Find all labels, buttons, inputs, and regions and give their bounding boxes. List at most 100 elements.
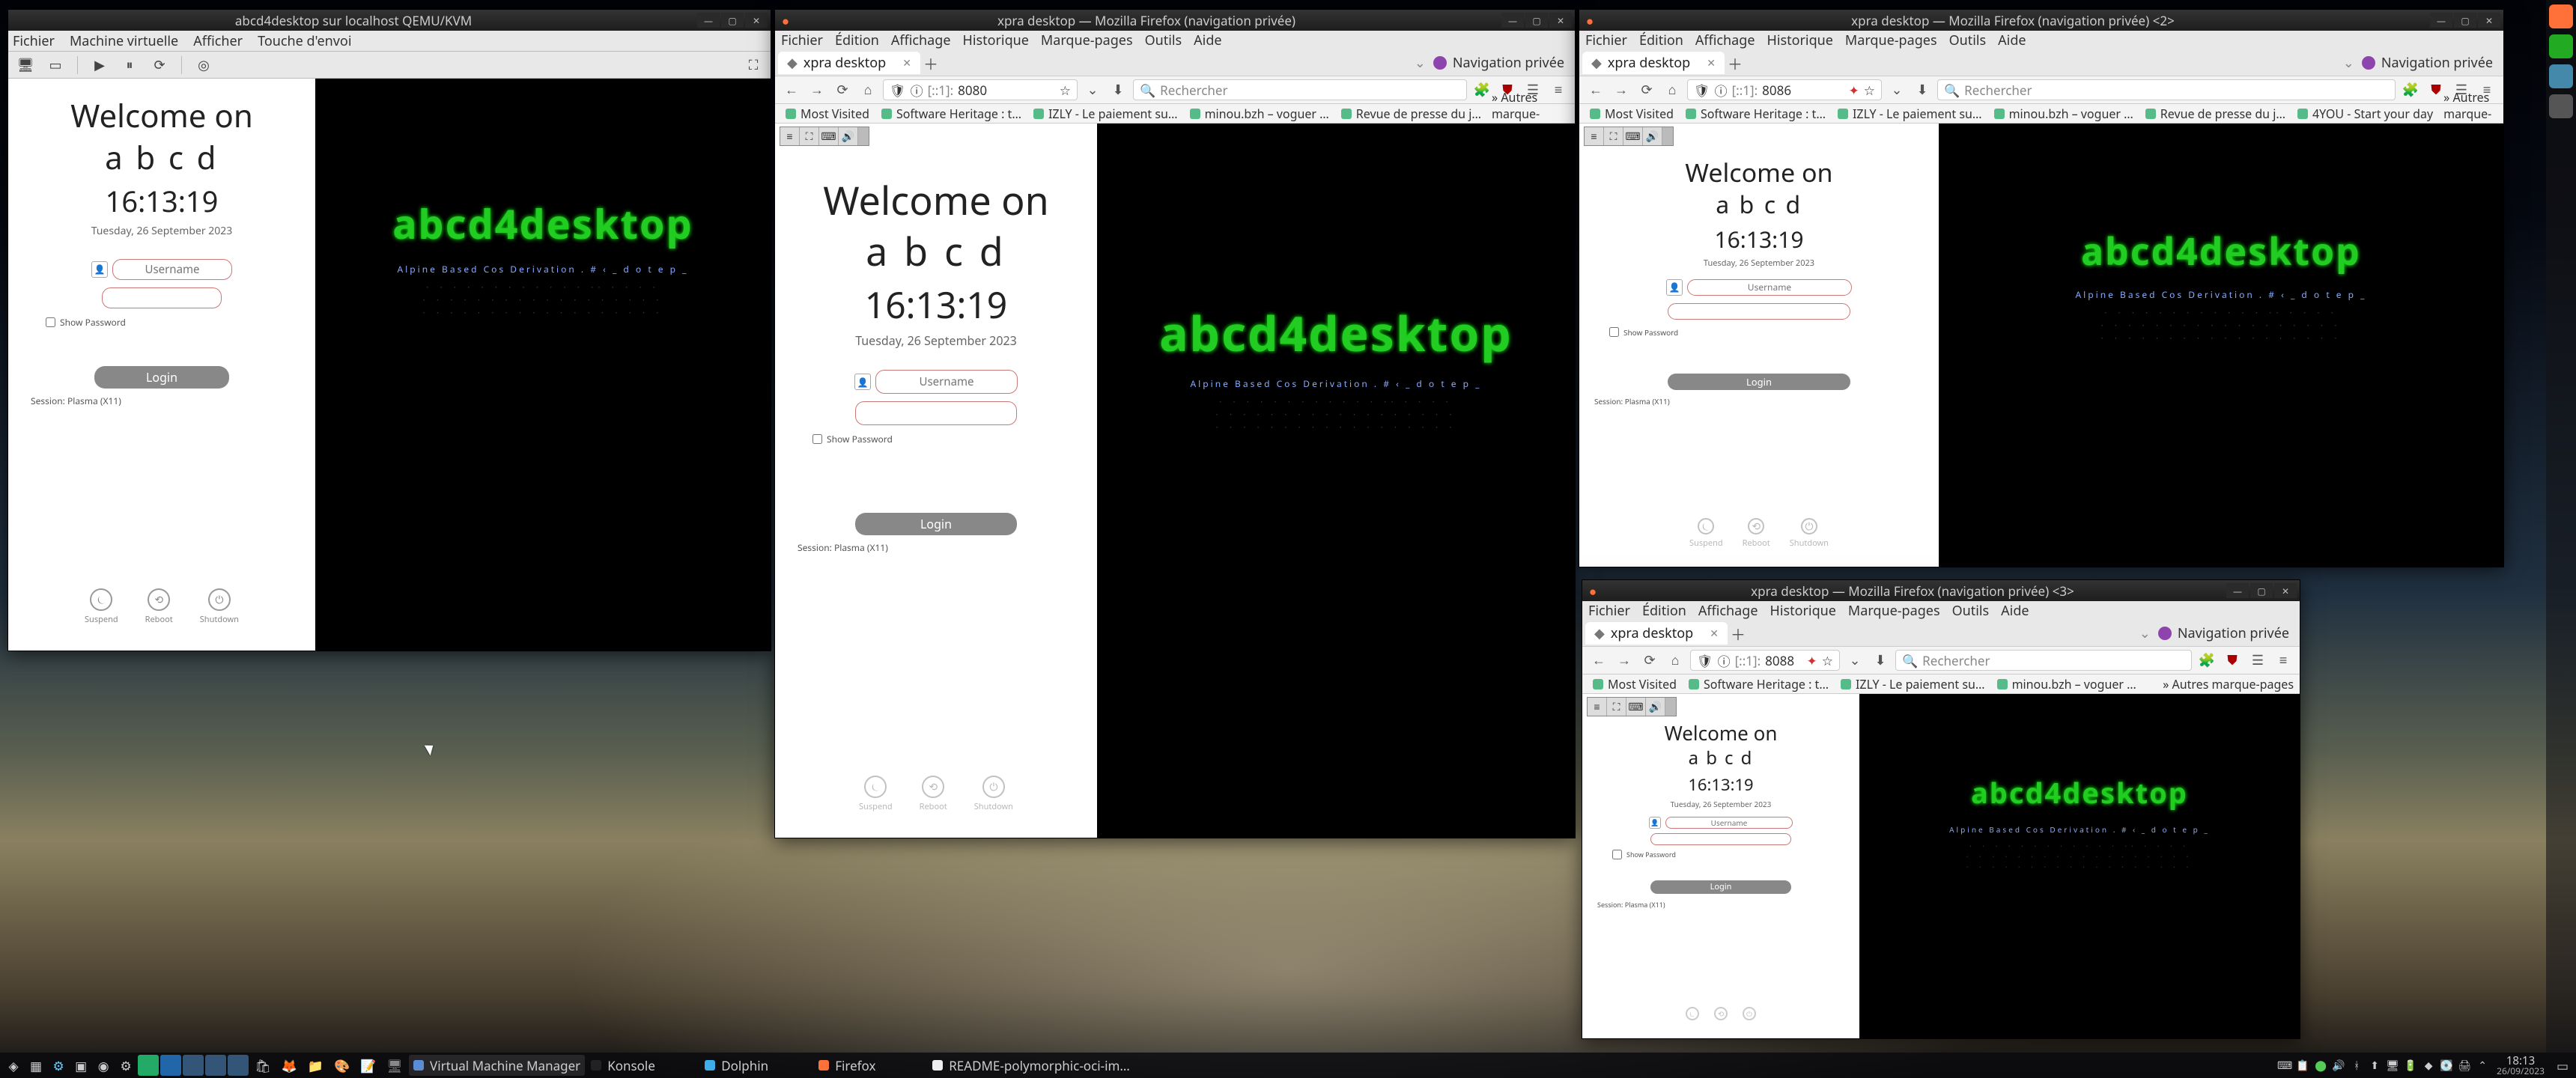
- tray-clipboard-icon[interactable]: 📋: [2296, 1059, 2309, 1072]
- edge-launcher[interactable]: [2546, 0, 2576, 1053]
- tray-chevron-icon[interactable]: ⌃: [2476, 1059, 2489, 1072]
- task-firefox[interactable]: Firefox: [814, 1055, 926, 1076]
- suspend-button[interactable]: ⏾Suspend: [859, 776, 893, 812]
- pin-krita-icon[interactable]: 🎨: [329, 1055, 354, 1076]
- pager-desktop[interactable]: [138, 1055, 159, 1076]
- xpra-menu-icon[interactable]: ≡: [780, 127, 800, 145]
- shutdown-button[interactable]: ⏻Shutdown: [974, 776, 1013, 812]
- ext-icon[interactable]: 🧩: [1471, 79, 1492, 100]
- close-button[interactable]: ✕: [745, 13, 768, 28]
- pager-desktop[interactable]: [228, 1055, 249, 1076]
- close-button[interactable]: ✕: [1549, 13, 1572, 28]
- powercycle-icon[interactable]: ⟳: [147, 54, 172, 76]
- tray-volume-icon[interactable]: 🔊: [2332, 1059, 2345, 1072]
- url-bar[interactable]: 🛡 ⓘ [::1]:8080 ☆: [883, 79, 1078, 100]
- edge-app-icon[interactable]: [2549, 94, 2573, 118]
- login-button[interactable]: Login: [94, 366, 229, 389]
- task-readme[interactable]: README-polymorphic-oci-im…: [928, 1055, 1134, 1076]
- qemu-titlebar[interactable]: abcd4desktop sur localhost QEMU/KVM — ▢ …: [8, 10, 771, 31]
- maximize-button[interactable]: ▢: [721, 13, 744, 28]
- download-icon[interactable]: ⬇: [1108, 79, 1128, 100]
- pin-kate-icon[interactable]: 📝: [356, 1055, 380, 1076]
- tray-kde-icon[interactable]: ◆: [2422, 1059, 2435, 1072]
- edge-app-icon[interactable]: [2549, 64, 2573, 88]
- reload-icon[interactable]: ⟳: [1636, 79, 1657, 100]
- task-dolphin[interactable]: Dolphin: [700, 1055, 812, 1076]
- firefox-window-1[interactable]: ● xpra desktop — Mozilla Firefox (naviga…: [774, 9, 1576, 838]
- play-icon[interactable]: ▶: [87, 54, 112, 76]
- xpra-sound-icon[interactable]: 🔊: [839, 127, 858, 145]
- forward-icon[interactable]: →: [806, 79, 827, 100]
- pager-desktop[interactable]: [205, 1055, 226, 1076]
- tray-network-icon[interactable]: ⬤: [2314, 1059, 2327, 1072]
- username-input[interactable]: [875, 370, 1018, 394]
- tray-battery-icon[interactable]: 🔋: [2404, 1059, 2417, 1072]
- kickoff-apps-icon[interactable]: ▦: [25, 1055, 46, 1076]
- home-icon[interactable]: ⌂: [1662, 79, 1683, 100]
- plasma-taskbar[interactable]: ◈ ▦ ⚙ ▣ ◉ ⚙ 🛍 🦊 📁 🎨 📝 🖥 Virtual Machine …: [0, 1053, 2576, 1078]
- pause-icon[interactable]: ⏸: [117, 54, 142, 76]
- ff1-titlebar[interactable]: ● xpra desktop — Mozilla Firefox (naviga…: [775, 10, 1575, 31]
- qemu-viewer-window[interactable]: abcd4desktop sur localhost QEMU/KVM — ▢ …: [7, 9, 771, 651]
- ff1-navbar[interactable]: ← → ⟳ ⌂ 🛡 ⓘ [::1]:8080 ☆ ⌄ ⬇ 🔍Rechercher…: [775, 76, 1575, 104]
- edge-firefox-icon[interactable]: [2549, 4, 2573, 28]
- pager-desktop[interactable]: [160, 1055, 181, 1076]
- qemu-guest-display[interactable]: Welcome on a b c d 16:13:19 Tuesday, 26 …: [8, 79, 771, 651]
- shutdown-button[interactable]: ⏻Shutdown: [200, 588, 239, 625]
- reboot-button[interactable]: ⟲Reboot: [145, 588, 173, 625]
- pin-dolphin-icon[interactable]: 📁: [303, 1055, 328, 1076]
- show-password-checkbox[interactable]: Show Password: [812, 433, 893, 445]
- back-icon[interactable]: ←: [1585, 79, 1606, 100]
- bookmark-star-icon[interactable]: ☆: [1060, 82, 1071, 99]
- settings-pin-icon[interactable]: ⚙: [115, 1055, 136, 1076]
- password-input[interactable]: [855, 401, 1017, 425]
- reload-icon[interactable]: ⟳: [832, 79, 853, 100]
- tray-keyboard-icon[interactable]: ⌨: [2278, 1059, 2291, 1072]
- ff1-menubar[interactable]: Fichier Édition Affichage Historique Mar…: [775, 31, 1575, 50]
- new-tab-button[interactable]: ＋: [920, 52, 941, 74]
- show-password-box[interactable]: [46, 317, 55, 327]
- firefox-window-2[interactable]: ● xpra desktop — Mozilla Firefox (naviga…: [1579, 9, 2504, 567]
- minimize-button[interactable]: —: [1501, 13, 1524, 28]
- tray-bluetooth-icon[interactable]: ᚼ: [2350, 1059, 2363, 1072]
- system-tray[interactable]: ⌨ 📋 ⬤ 🔊 ᚼ ⬆ 🖥 🔋 ◆ 💽 🖨 ⌃: [2278, 1059, 2489, 1072]
- username-input[interactable]: [112, 259, 232, 280]
- show-password-checkbox[interactable]: Show Password: [46, 316, 126, 329]
- steam-pin-icon[interactable]: ◉: [93, 1055, 114, 1076]
- pin-vm-icon[interactable]: 🖥: [382, 1055, 407, 1076]
- edge-app-icon[interactable]: [2549, 34, 2573, 58]
- search-bar[interactable]: 🔍Rechercher: [1133, 79, 1467, 100]
- home-icon[interactable]: ⌂: [857, 79, 878, 100]
- tray-updates-icon[interactable]: ⬆: [2368, 1059, 2381, 1072]
- tray-disk-icon[interactable]: 💽: [2440, 1059, 2453, 1072]
- fullscreen-icon[interactable]: ⛶: [741, 54, 766, 76]
- ff1-tabstrip[interactable]: ◆ xpra desktop ✕ ＋ ⌄ Navigation privée: [775, 50, 1575, 76]
- kickoff-icon[interactable]: ◈: [3, 1055, 24, 1076]
- menu-item[interactable]: Machine virtuelle: [70, 32, 178, 50]
- screenshot-icon[interactable]: ◎: [191, 54, 216, 76]
- xpra-drag-handle[interactable]: [858, 127, 869, 145]
- xpra-toolbar[interactable]: ≡ ⛶ ⌨ 🔊: [780, 127, 869, 146]
- suspend-button[interactable]: ⏾Suspend: [85, 588, 118, 625]
- qemu-menubar[interactable]: Fichier Machine virtuelle Afficher Touch…: [8, 31, 771, 52]
- password-input[interactable]: [102, 287, 222, 308]
- menu-item[interactable]: Afficher: [193, 32, 243, 50]
- firefox-window-3[interactable]: ● xpra desktop — Mozilla Firefox (naviga…: [1582, 579, 2300, 1039]
- console-icon[interactable]: ▭: [43, 54, 68, 76]
- monitor-icon[interactable]: 🖥: [13, 54, 38, 76]
- tray-print-icon[interactable]: 🖨: [2458, 1059, 2471, 1072]
- pager-desktop[interactable]: [183, 1055, 204, 1076]
- menu-item[interactable]: Touche d'envoi: [258, 32, 351, 50]
- maximize-button[interactable]: ▢: [1525, 13, 1548, 28]
- back-icon[interactable]: ←: [781, 79, 802, 100]
- xpra-keyboard-icon[interactable]: ⌨: [819, 127, 839, 145]
- minimize-button[interactable]: —: [697, 13, 720, 28]
- taskbar-clock[interactable]: 18:13 26/09/2023: [2491, 1056, 2551, 1076]
- menu-item[interactable]: Fichier: [13, 32, 55, 50]
- pin-firefox-icon[interactable]: 🦊: [277, 1055, 302, 1076]
- konsole-pin-icon[interactable]: ▣: [70, 1055, 91, 1076]
- close-tab-icon[interactable]: ✕: [902, 56, 911, 70]
- pocket-icon[interactable]: ⌄: [1082, 79, 1103, 100]
- reboot-button[interactable]: ⟲Reboot: [920, 776, 947, 812]
- ff1-bookmarks-bar[interactable]: Most Visited Software Heritage : t… IZLY…: [775, 104, 1575, 124]
